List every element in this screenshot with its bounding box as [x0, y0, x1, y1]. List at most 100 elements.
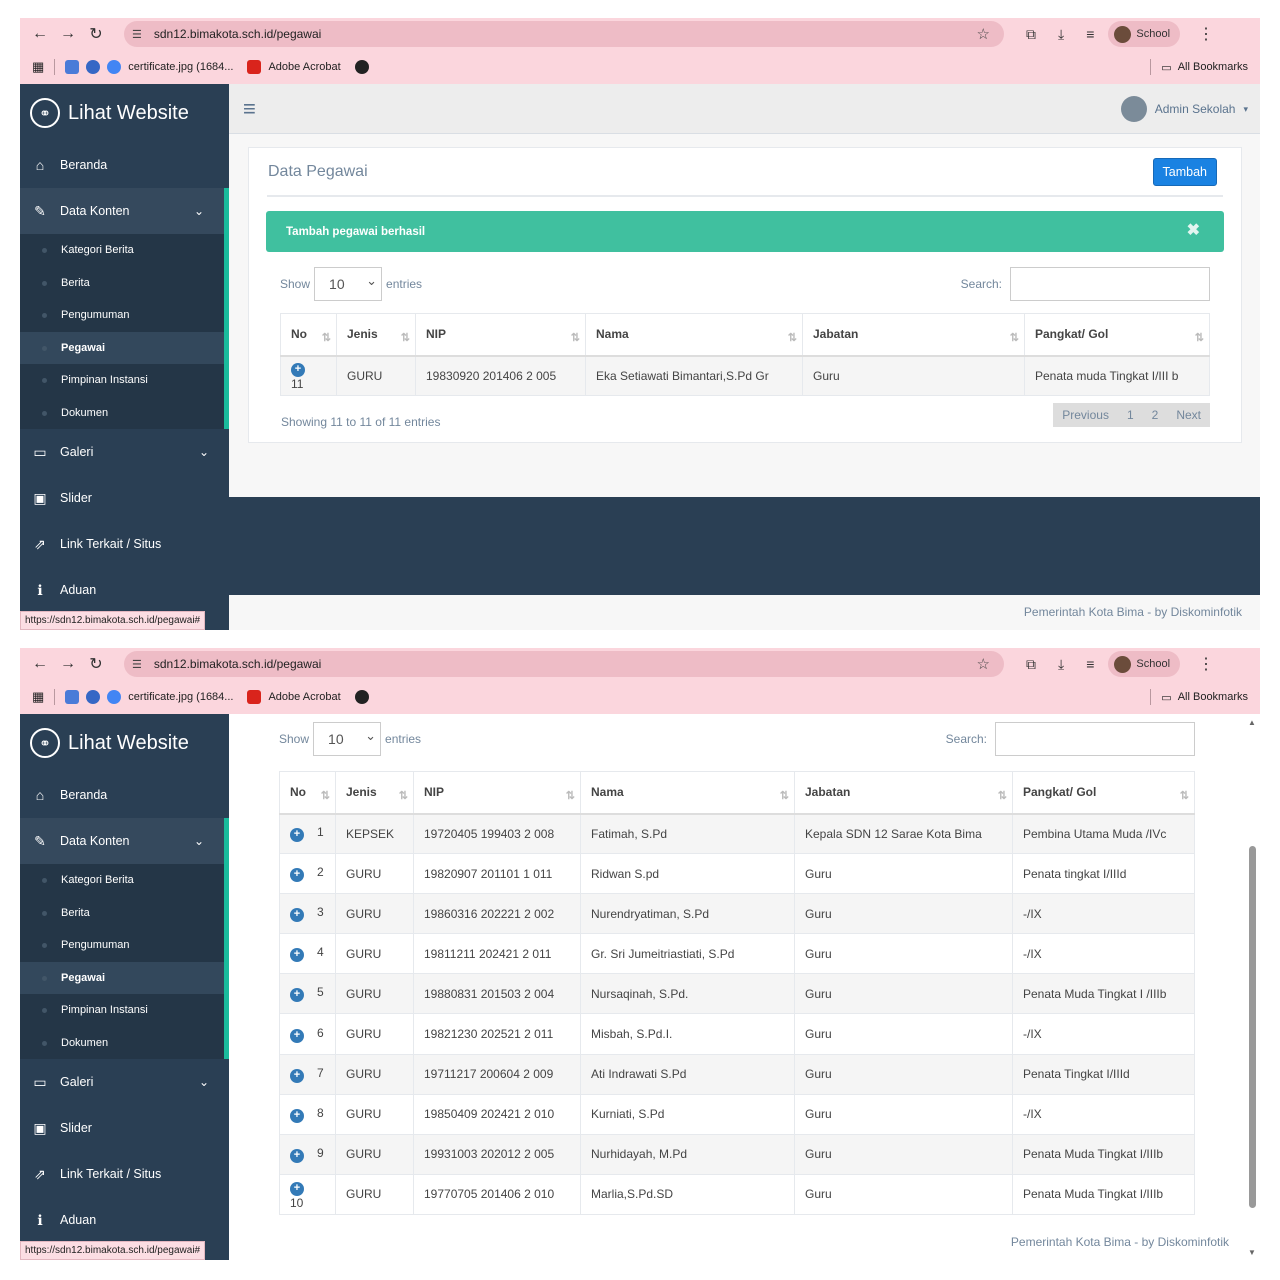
submenu-item-pegawai[interactable]: Pegawai: [20, 331, 224, 364]
sidebar-item-slider[interactable]: ▣ Slider: [20, 1105, 229, 1151]
profile-button[interactable]: School: [1108, 21, 1181, 47]
col-header-jabatan[interactable]: Jabatan ⇅: [802, 313, 1025, 357]
reload-icon[interactable]: ↻: [82, 654, 110, 674]
bookmark-globe-icon[interactable]: [354, 60, 369, 74]
profile-button[interactable]: School: [1108, 651, 1181, 677]
sidebar-item-slider[interactable]: ▣ Slider: [20, 475, 229, 521]
sidebar-logo[interactable]: ⚭ Lihat Website: [20, 714, 229, 772]
col-header-nama[interactable]: Nama ⇅: [585, 313, 803, 357]
sidebar-item-beranda[interactable]: ⌂ Beranda: [20, 772, 229, 818]
col-header-jenis[interactable]: Jenis ⇅: [336, 313, 416, 357]
hamburger-icon[interactable]: ≡: [243, 98, 256, 120]
site-settings-icon[interactable]: ☰: [132, 28, 142, 41]
bookmark-certificate[interactable]: certificate.jpg (1684...: [107, 60, 233, 74]
star-icon[interactable]: ☆: [977, 655, 990, 673]
col-header-nip[interactable]: NIP ⇅: [415, 313, 586, 357]
submenu-item-berita[interactable]: Berita: [20, 897, 224, 930]
sidebar-item-link-terkait[interactable]: ⇗ Link Terkait / Situs: [20, 1151, 229, 1197]
submenu-item-kategori-berita[interactable]: Kategori Berita: [20, 864, 224, 897]
pagination-next[interactable]: Next: [1167, 408, 1210, 422]
tambah-button[interactable]: Tambah: [1152, 158, 1217, 186]
reload-icon[interactable]: ↻: [82, 24, 110, 44]
col-header-jabatan[interactable]: Jabatan ⇅: [794, 771, 1013, 815]
all-bookmarks[interactable]: ▭ All Bookmarks: [1140, 689, 1248, 705]
reading-list-icon[interactable]: ≡: [1086, 656, 1094, 672]
pagination-previous[interactable]: Previous: [1053, 408, 1118, 422]
sidebar-item-beranda[interactable]: ⌂ Beranda: [20, 142, 229, 188]
bookmark-adobe[interactable]: Adobe Acrobat: [247, 690, 341, 704]
download-icon[interactable]: ⤓: [1058, 26, 1064, 43]
pagination-page-2[interactable]: 2: [1143, 408, 1168, 422]
expand-plus-icon[interactable]: +: [290, 1068, 304, 1083]
all-bookmarks[interactable]: ▭ All Bookmarks: [1140, 59, 1248, 75]
bookmark-8-icon[interactable]: [65, 60, 80, 74]
col-header-pangkat[interactable]: Pangkat/ Gol ⇅: [1024, 313, 1210, 357]
submenu-item-dokumen[interactable]: Dokumen: [20, 397, 224, 430]
bookmark-disk-icon[interactable]: [86, 690, 101, 704]
expand-plus-icon[interactable]: +: [290, 828, 304, 843]
submenu-item-kategori-berita[interactable]: Kategori Berita: [20, 234, 224, 267]
expand-plus-icon[interactable]: +: [290, 1108, 304, 1123]
user-menu[interactable]: Admin Sekolah ▾: [1120, 96, 1248, 122]
pagination-page-1[interactable]: 1: [1118, 408, 1143, 422]
col-header-nip[interactable]: NIP ⇅: [413, 771, 581, 815]
sidebar-item-galeri[interactable]: ▭ Galeri ⌄: [20, 1059, 229, 1105]
sidebar-item-galeri[interactable]: ▭ Galeri ⌄: [20, 429, 229, 475]
expand-plus-icon[interactable]: +: [290, 1181, 304, 1196]
sidebar-item-data-konten[interactable]: ✎ Data Konten ⌄: [20, 818, 229, 864]
sidebar-item-aduan[interactable]: ℹ Aduan: [20, 1197, 229, 1243]
expand-plus-icon[interactable]: +: [291, 363, 305, 378]
submenu-item-dokumen[interactable]: Dokumen: [20, 1027, 224, 1060]
download-icon[interactable]: ⤓: [1058, 656, 1064, 673]
apps-icon[interactable]: ▦: [32, 689, 44, 705]
extensions-icon[interactable]: ⧉: [1026, 656, 1036, 673]
address-bar[interactable]: ☰ sdn12.bimakota.sch.id/pegawai ☆: [124, 21, 1004, 47]
entries-select[interactable]: 10: [314, 267, 383, 301]
bookmark-adobe[interactable]: Adobe Acrobat: [247, 60, 341, 74]
back-icon[interactable]: ←: [26, 25, 54, 43]
submenu-item-pimpinan-instansi[interactable]: Pimpinan Instansi: [20, 364, 224, 397]
scrollbar-thumb[interactable]: [1249, 846, 1256, 1208]
sidebar-logo[interactable]: ⚭ Lihat Website: [20, 84, 229, 142]
col-header-pangkat[interactable]: Pangkat/ Gol ⇅: [1012, 771, 1195, 815]
submenu-item-pengumuman[interactable]: Pengumuman: [20, 299, 224, 332]
star-icon[interactable]: ☆: [977, 25, 990, 43]
close-icon[interactable]: ✖: [1187, 220, 1200, 240]
submenu-item-berita[interactable]: Berita: [20, 267, 224, 300]
expand-plus-icon[interactable]: +: [290, 868, 304, 883]
address-bar[interactable]: ☰ sdn12.bimakota.sch.id/pegawai ☆: [124, 651, 1004, 677]
expand-plus-icon[interactable]: +: [290, 908, 304, 923]
forward-icon[interactable]: →: [54, 655, 82, 673]
apps-icon[interactable]: ▦: [32, 59, 44, 75]
search-input[interactable]: [1010, 267, 1210, 301]
scroll-down-icon[interactable]: ▼: [1248, 1248, 1256, 1257]
menu-dots-icon[interactable]: ⋮: [1198, 24, 1214, 44]
col-header-no[interactable]: No ⇅: [279, 771, 336, 815]
sidebar-item-link-terkait[interactable]: ⇗ Link Terkait / Situs: [20, 521, 229, 567]
site-settings-icon[interactable]: ☰: [132, 658, 142, 671]
col-header-no[interactable]: No ⇅: [280, 313, 337, 357]
submenu-item-pengumuman[interactable]: Pengumuman: [20, 929, 224, 962]
bookmark-globe-icon[interactable]: [354, 690, 369, 704]
expand-plus-icon[interactable]: +: [290, 1148, 304, 1163]
bookmark-8-icon[interactable]: [65, 690, 80, 704]
expand-plus-icon[interactable]: +: [290, 988, 304, 1003]
menu-dots-icon[interactable]: ⋮: [1198, 654, 1214, 674]
col-header-nama[interactable]: Nama ⇅: [580, 771, 795, 815]
col-header-jenis[interactable]: Jenis ⇅: [335, 771, 414, 815]
submenu-item-pegawai[interactable]: Pegawai: [20, 961, 224, 994]
search-input[interactable]: [995, 722, 1195, 756]
bookmark-disk-icon[interactable]: [86, 60, 101, 74]
sidebar-item-aduan[interactable]: ℹ Aduan: [20, 567, 229, 613]
expand-plus-icon[interactable]: +: [290, 1028, 304, 1043]
bookmark-certificate[interactable]: certificate.jpg (1684...: [107, 690, 233, 704]
extensions-icon[interactable]: ⧉: [1026, 26, 1036, 43]
expand-plus-icon[interactable]: +: [290, 948, 304, 963]
vertical-scrollbar[interactable]: ▲ ▼: [1246, 714, 1260, 1260]
scroll-up-icon[interactable]: ▲: [1248, 718, 1256, 727]
sidebar-item-data-konten[interactable]: ✎ Data Konten ⌄: [20, 188, 229, 234]
back-icon[interactable]: ←: [26, 655, 54, 673]
reading-list-icon[interactable]: ≡: [1086, 26, 1094, 42]
entries-select[interactable]: 10: [313, 722, 382, 756]
forward-icon[interactable]: →: [54, 25, 82, 43]
